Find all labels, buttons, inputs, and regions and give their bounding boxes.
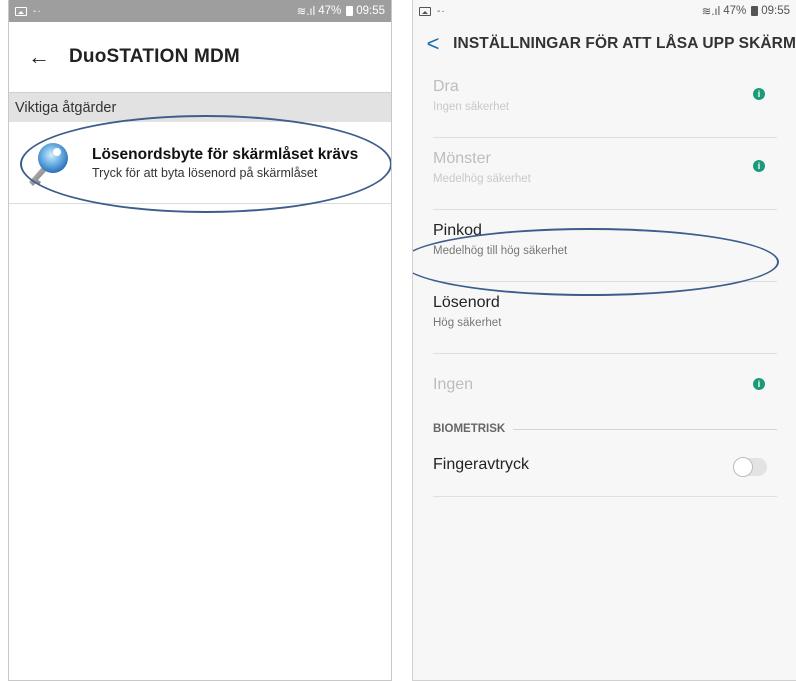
settings-header: < INSTÄLLNINGAR FÖR ATT LÅSA UPP SKÄRM [413, 22, 796, 66]
status-bar: -· ≋.ıl 47% 09:55 [9, 0, 391, 22]
left-phone-screen: -· ≋.ıl 47% 09:55 ← DuoSTATION MDM Vikti… [8, 0, 392, 681]
option-title: Pinkod [433, 222, 482, 239]
option-password[interactable]: Lösenord Hög säkerhet [433, 282, 777, 354]
gallery-icon [15, 6, 27, 16]
info-icon[interactable]: i [753, 88, 765, 100]
right-phone-screen: -· ≋.ıl 47% 09:55 < INSTÄLLNINGAR FÖR AT… [412, 0, 796, 681]
option-title: Ingen [433, 376, 474, 393]
notification-title: Lösenordsbyte för skärmlåset krävs [92, 146, 359, 163]
notification-subtitle: Tryck för att byta lösenord på skärmlåse… [92, 166, 318, 180]
back-chevron-icon[interactable]: < [413, 31, 453, 57]
option-pin[interactable]: Pinkod Medelhög till hög säkerhet [433, 210, 777, 282]
status-dots: -· [33, 5, 42, 17]
signal-icon: ≋.ıl [701, 6, 721, 18]
app-title: DuoSTATION MDM [69, 46, 240, 67]
option-subtitle: Hög säkerhet [433, 317, 502, 329]
option-title: Dra [433, 78, 459, 95]
app-bar: ← DuoSTATION MDM [9, 22, 391, 92]
back-arrow-icon[interactable]: ← [9, 44, 69, 70]
clock: 09:55 [356, 5, 385, 17]
battery-icon [751, 6, 759, 16]
key-icon [29, 143, 68, 186]
gallery-icon [419, 6, 431, 16]
info-icon[interactable]: i [753, 378, 765, 390]
option-subtitle: Medelhög till hög säkerhet [433, 245, 568, 257]
fingerprint-toggle[interactable] [733, 457, 767, 477]
clock: 09:55 [761, 5, 790, 17]
fingerprint-label: Fingeravtryck [433, 456, 530, 473]
biometric-label: BIOMETRISK [433, 423, 506, 435]
battery-percent: 47% [318, 5, 342, 17]
status-bar: -· ≋.ıl 47% 09:55 [413, 0, 796, 22]
battery-percent: 47% [723, 5, 747, 17]
divider [513, 428, 777, 430]
page-title: INSTÄLLNINGAR FÖR ATT LÅSA UPP SKÄRM [453, 35, 796, 52]
fingerprint-row[interactable]: Fingeravtryck [433, 440, 777, 497]
battery-icon [346, 6, 354, 16]
section-header: Viktiga åtgärder [9, 92, 391, 122]
option-pattern[interactable]: Mönster Medelhög säkerhet i [433, 138, 777, 210]
password-change-notification[interactable]: Lösenordsbyte för skärmlåset krävs Tryck… [9, 122, 391, 204]
signal-icon: ≋.ıl [296, 6, 316, 18]
option-title: Lösenord [433, 294, 500, 311]
option-swipe[interactable]: Dra Ingen säkerhet i [433, 66, 777, 138]
option-none[interactable]: Ingen i [433, 354, 777, 418]
toggle-knob [733, 457, 753, 477]
option-subtitle: Medelhög säkerhet [433, 173, 531, 185]
status-dots: -· [437, 5, 446, 17]
biometric-section-header: BIOMETRISK [433, 418, 777, 440]
option-subtitle: Ingen säkerhet [433, 101, 510, 113]
info-icon[interactable]: i [753, 160, 765, 172]
option-title: Mönster [433, 150, 491, 167]
